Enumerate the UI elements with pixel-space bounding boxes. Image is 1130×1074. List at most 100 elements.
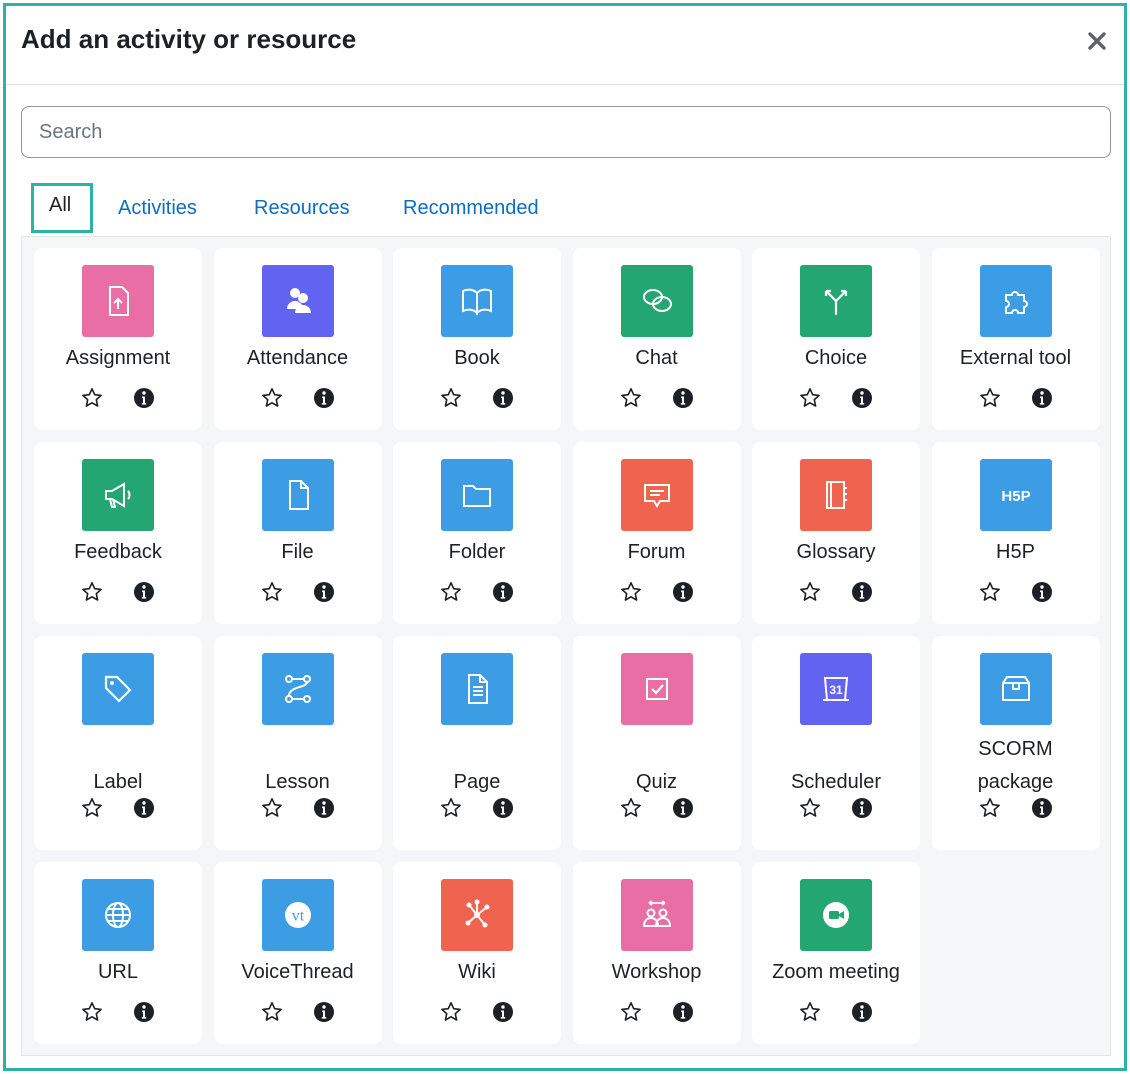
page-icon <box>441 653 513 725</box>
calendar-icon-text: 31 <box>829 683 843 697</box>
glossary-icon <box>800 459 872 531</box>
star-icon[interactable] <box>978 580 1002 604</box>
activity-chooser-modal: Add an activity or resource All Activiti… <box>3 3 1127 1071</box>
tag-icon <box>82 653 154 725</box>
star-icon[interactable] <box>260 386 284 410</box>
activity-label: URL <box>97 961 138 983</box>
attendance-icon <box>261 265 334 337</box>
info-icon[interactable] <box>1030 386 1054 410</box>
info-icon[interactable] <box>312 580 336 604</box>
info-icon[interactable] <box>132 580 156 604</box>
globe-icon <box>82 879 154 951</box>
info-icon[interactable] <box>312 386 336 410</box>
star-icon[interactable] <box>260 580 284 604</box>
package-icon <box>979 653 1052 725</box>
activity-card-file[interactable]: File <box>213 442 382 624</box>
star-icon[interactable] <box>260 796 284 820</box>
quiz-icon <box>620 653 693 725</box>
info-icon[interactable] <box>312 1000 336 1024</box>
activity-card-external-tool[interactable]: External tool <box>931 248 1100 430</box>
info-icon[interactable] <box>671 796 695 820</box>
star-icon[interactable] <box>439 1000 463 1024</box>
star-icon[interactable] <box>798 580 822 604</box>
megaphone-icon <box>82 459 154 531</box>
info-icon[interactable] <box>491 1000 515 1024</box>
info-icon[interactable] <box>312 796 336 820</box>
activity-label: File <box>281 541 314 563</box>
info-icon[interactable] <box>850 796 874 820</box>
star-icon[interactable] <box>798 386 822 410</box>
star-icon[interactable] <box>798 1000 822 1024</box>
info-icon[interactable] <box>491 580 515 604</box>
star-icon[interactable] <box>80 386 104 410</box>
activity-card-feedback[interactable]: Feedback <box>34 442 202 624</box>
activity-card-chat[interactable]: Chat <box>572 248 741 430</box>
info-icon[interactable] <box>850 386 874 410</box>
forum-icon <box>620 459 693 531</box>
info-icon[interactable] <box>1030 796 1054 820</box>
star-icon[interactable] <box>798 796 822 820</box>
activity-card-quiz[interactable]: Quiz <box>572 636 741 850</box>
close-button[interactable] <box>1084 28 1110 54</box>
activity-card-url[interactable]: URL <box>34 862 202 1044</box>
tab-recommended[interactable]: Recommended <box>403 186 539 230</box>
info-icon[interactable] <box>671 580 695 604</box>
star-icon[interactable] <box>978 796 1002 820</box>
activity-label: SCORM package <box>977 738 1054 793</box>
tab-activities[interactable]: Activities <box>118 186 197 230</box>
activity-card-scorm-package[interactable]: SCORM package <box>931 636 1100 850</box>
info-icon[interactable] <box>132 1000 156 1024</box>
activity-card-forum[interactable]: Forum <box>572 442 741 624</box>
activity-card-folder[interactable]: Folder <box>393 442 561 624</box>
activity-label: Label <box>93 770 143 793</box>
search-box <box>21 106 1111 158</box>
activity-card-scheduler[interactable]: 31 Scheduler <box>752 636 920 850</box>
activity-label: Lesson <box>265 770 330 793</box>
tab-resources[interactable]: Resources <box>254 186 350 230</box>
info-icon[interactable] <box>671 1000 695 1024</box>
activity-card-attendance[interactable]: Attendance <box>213 248 382 430</box>
video-camera-icon <box>800 879 872 951</box>
star-icon[interactable] <box>619 796 643 820</box>
activity-card-glossary[interactable]: Glossary <box>752 442 920 624</box>
activity-label: Choice <box>804 347 868 369</box>
activity-label: External tool <box>959 347 1072 369</box>
star-icon[interactable] <box>619 386 643 410</box>
star-icon[interactable] <box>439 580 463 604</box>
activity-card-workshop[interactable]: Workshop <box>572 862 741 1044</box>
file-icon <box>261 459 334 531</box>
info-icon[interactable] <box>491 796 515 820</box>
star-icon[interactable] <box>80 796 104 820</box>
activity-card-wiki[interactable]: Wiki <box>393 862 561 1044</box>
star-icon[interactable] <box>439 796 463 820</box>
search-input[interactable] <box>21 106 1111 158</box>
activity-card-choice[interactable]: Choice <box>752 248 920 430</box>
star-icon[interactable] <box>439 386 463 410</box>
tab-all[interactable]: All <box>31 183 93 233</box>
info-icon[interactable] <box>671 386 695 410</box>
activity-card-label[interactable]: Label <box>34 636 202 850</box>
star-icon[interactable] <box>619 580 643 604</box>
info-icon[interactable] <box>850 580 874 604</box>
activity-card-zoom-meeting[interactable]: Zoom meeting <box>752 862 920 1044</box>
activity-card-lesson[interactable]: Lesson <box>213 636 382 850</box>
activity-card-page[interactable]: Page <box>393 636 561 850</box>
activity-label: Page <box>453 770 501 793</box>
activity-card-h5p[interactable]: H5P H5P <box>931 442 1100 624</box>
info-icon[interactable] <box>1030 580 1054 604</box>
activity-label: Feedback <box>74 541 162 563</box>
star-icon[interactable] <box>978 386 1002 410</box>
star-icon[interactable] <box>80 580 104 604</box>
info-icon[interactable] <box>132 796 156 820</box>
info-icon[interactable] <box>850 1000 874 1024</box>
info-icon[interactable] <box>132 386 156 410</box>
star-icon[interactable] <box>260 1000 284 1024</box>
activity-card-voicethread[interactable]: vt VoiceThread <box>213 862 382 1044</box>
star-icon[interactable] <box>619 1000 643 1024</box>
star-icon[interactable] <box>80 1000 104 1024</box>
info-icon[interactable] <box>491 386 515 410</box>
activity-card-book[interactable]: Book <box>393 248 561 430</box>
voicethread-icon-text: vt <box>291 908 304 925</box>
activity-card-assignment[interactable]: Assignment <box>34 248 202 430</box>
activity-label: Quiz <box>635 770 678 793</box>
